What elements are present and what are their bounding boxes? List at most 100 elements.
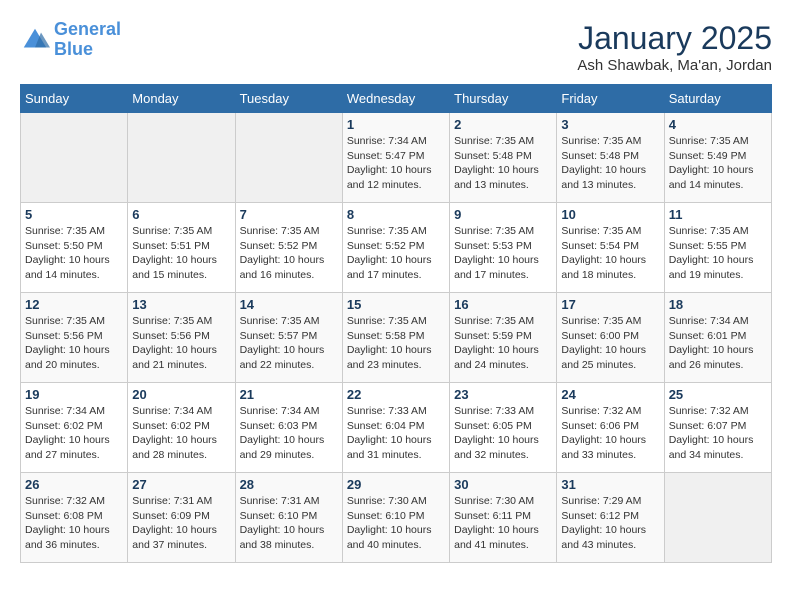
- calendar-cell: 11 Sunrise: 7:35 AM Sunset: 5:55 PM Dayli…: [664, 203, 771, 293]
- weekday-header: Monday: [128, 85, 235, 113]
- weekday-header-row: SundayMondayTuesdayWednesdayThursdayFrid…: [21, 85, 772, 113]
- calendar-cell: 24 Sunrise: 7:32 AM Sunset: 6:06 PM Dayli…: [557, 383, 664, 473]
- cell-info: Sunrise: 7:35 AM Sunset: 5:54 PM Dayligh…: [561, 224, 659, 283]
- cell-info: Sunrise: 7:35 AM Sunset: 5:52 PM Dayligh…: [347, 224, 445, 283]
- cell-info: Sunrise: 7:32 AM Sunset: 6:07 PM Dayligh…: [669, 404, 767, 463]
- calendar-week-row: 5Sunrise: 7:35 AM Sunset: 5:50 PM Daylig…: [21, 203, 772, 293]
- cell-info: Sunrise: 7:33 AM Sunset: 6:04 PM Dayligh…: [347, 404, 445, 463]
- logo: General Blue: [20, 20, 121, 60]
- calendar-cell: [664, 473, 771, 563]
- cell-info: Sunrise: 7:32 AM Sunset: 6:08 PM Dayligh…: [25, 494, 123, 553]
- calendar-cell: 18 Sunrise: 7:34 AM Sunset: 6:01 PM Dayli…: [664, 293, 771, 383]
- cell-info: Sunrise: 7:35 AM Sunset: 5:51 PM Dayligh…: [132, 224, 230, 283]
- calendar-cell: 19 Sunrise: 7:34 AM Sunset: 6:02 PM Dayli…: [21, 383, 128, 473]
- day-number: 26: [25, 477, 123, 492]
- calendar-cell: 10 Sunrise: 7:35 AM Sunset: 5:54 PM Dayli…: [557, 203, 664, 293]
- day-number: 15: [347, 297, 445, 312]
- location: Ash Shawbak, Ma'an, Jordan: [577, 57, 772, 74]
- cell-info: Sunrise: 7:34 AM Sunset: 6:03 PM Dayligh…: [240, 404, 338, 463]
- cell-info: Sunrise: 7:29 AM Sunset: 6:12 PM Dayligh…: [561, 494, 659, 553]
- calendar-cell: 8 Sunrise: 7:35 AM Sunset: 5:52 PM Daylig…: [342, 203, 449, 293]
- weekday-header: Tuesday: [235, 85, 342, 113]
- calendar-cell: 20Sunrise: 7:34 AM Sunset: 6:02 PM Dayli…: [128, 383, 235, 473]
- cell-info: Sunrise: 7:35 AM Sunset: 5:49 PM Dayligh…: [669, 134, 767, 193]
- day-number: 25: [669, 387, 767, 402]
- cell-info: Sunrise: 7:32 AM Sunset: 6:06 PM Dayligh…: [561, 404, 659, 463]
- cell-info: Sunrise: 7:34 AM Sunset: 5:47 PM Dayligh…: [347, 134, 445, 193]
- day-number: 9: [454, 207, 552, 222]
- day-number: 8: [347, 207, 445, 222]
- day-number: 23: [454, 387, 552, 402]
- weekday-header: Saturday: [664, 85, 771, 113]
- day-number: 7: [240, 207, 338, 222]
- day-number: 3: [561, 117, 659, 132]
- weekday-header: Sunday: [21, 85, 128, 113]
- calendar-cell: 6 Sunrise: 7:35 AM Sunset: 5:51 PM Daylig…: [128, 203, 235, 293]
- cell-info: Sunrise: 7:34 AM Sunset: 6:01 PM Dayligh…: [669, 314, 767, 373]
- calendar-week-row: 12Sunrise: 7:35 AM Sunset: 5:56 PM Dayli…: [21, 293, 772, 383]
- day-number: 29: [347, 477, 445, 492]
- weekday-header: Friday: [557, 85, 664, 113]
- cell-info: Sunrise: 7:35 AM Sunset: 5:52 PM Dayligh…: [240, 224, 338, 283]
- day-number: 11: [669, 207, 767, 222]
- page-header: General Blue January 2025 Ash Shawbak, M…: [20, 20, 772, 74]
- title-block: January 2025 Ash Shawbak, Ma'an, Jordan: [577, 20, 772, 74]
- day-number: 30: [454, 477, 552, 492]
- cell-info: Sunrise: 7:35 AM Sunset: 5:55 PM Dayligh…: [669, 224, 767, 283]
- day-number: 24: [561, 387, 659, 402]
- calendar-cell: 4 Sunrise: 7:35 AM Sunset: 5:49 PM Daylig…: [664, 113, 771, 203]
- day-number: 14: [240, 297, 338, 312]
- calendar-week-row: 26 Sunrise: 7:32 AM Sunset: 6:08 PM Dayli…: [21, 473, 772, 563]
- day-number: 2: [454, 117, 552, 132]
- logo-icon: [20, 25, 50, 55]
- logo-text: General Blue: [54, 20, 121, 60]
- cell-info: Sunrise: 7:30 AM Sunset: 6:10 PM Dayligh…: [347, 494, 445, 553]
- day-number: 19: [25, 387, 123, 402]
- calendar-cell: 29 Sunrise: 7:30 AM Sunset: 6:10 PM Dayli…: [342, 473, 449, 563]
- day-number: 17: [561, 297, 659, 312]
- calendar-cell: 30 Sunrise: 7:30 AM Sunset: 6:11 PM Dayli…: [450, 473, 557, 563]
- calendar-cell: 13 Sunrise: 7:35 AM Sunset: 5:56 PM Dayli…: [128, 293, 235, 383]
- cell-info: Sunrise: 7:34 AM Sunset: 6:02 PM Dayligh…: [25, 404, 123, 463]
- calendar-cell: 17 Sunrise: 7:35 AM Sunset: 6:00 PM Dayli…: [557, 293, 664, 383]
- calendar-cell: [21, 113, 128, 203]
- day-number: 1: [347, 117, 445, 132]
- day-number: 4: [669, 117, 767, 132]
- calendar-cell: [128, 113, 235, 203]
- calendar-cell: 1 Sunrise: 7:34 AM Sunset: 5:47 PM Daylig…: [342, 113, 449, 203]
- day-number: 28: [240, 477, 338, 492]
- day-number: 18: [669, 297, 767, 312]
- calendar-cell: [235, 113, 342, 203]
- calendar-cell: 26 Sunrise: 7:32 AM Sunset: 6:08 PM Dayli…: [21, 473, 128, 563]
- calendar-cell: 21 Sunrise: 7:34 AM Sunset: 6:03 PM Dayli…: [235, 383, 342, 473]
- cell-info: Sunrise: 7:31 AM Sunset: 6:09 PM Dayligh…: [132, 494, 230, 553]
- day-number: 31: [561, 477, 659, 492]
- calendar-cell: 7 Sunrise: 7:35 AM Sunset: 5:52 PM Daylig…: [235, 203, 342, 293]
- calendar-cell: 15Sunrise: 7:35 AM Sunset: 5:58 PM Dayli…: [342, 293, 449, 383]
- day-number: 21: [240, 387, 338, 402]
- calendar-cell: 9 Sunrise: 7:35 AM Sunset: 5:53 PM Daylig…: [450, 203, 557, 293]
- calendar-cell: 3Sunrise: 7:35 AM Sunset: 5:48 PM Daylig…: [557, 113, 664, 203]
- day-number: 13: [132, 297, 230, 312]
- cell-info: Sunrise: 7:34 AM Sunset: 6:02 PM Dayligh…: [132, 404, 230, 463]
- cell-info: Sunrise: 7:35 AM Sunset: 5:56 PM Dayligh…: [25, 314, 123, 373]
- weekday-header: Wednesday: [342, 85, 449, 113]
- calendar-week-row: 1 Sunrise: 7:34 AM Sunset: 5:47 PM Daylig…: [21, 113, 772, 203]
- day-number: 22: [347, 387, 445, 402]
- day-number: 6: [132, 207, 230, 222]
- cell-info: Sunrise: 7:35 AM Sunset: 6:00 PM Dayligh…: [561, 314, 659, 373]
- cell-info: Sunrise: 7:35 AM Sunset: 5:57 PM Dayligh…: [240, 314, 338, 373]
- cell-info: Sunrise: 7:35 AM Sunset: 5:56 PM Dayligh…: [132, 314, 230, 373]
- calendar-table: SundayMondayTuesdayWednesdayThursdayFrid…: [20, 84, 772, 563]
- calendar-cell: 22 Sunrise: 7:33 AM Sunset: 6:04 PM Dayli…: [342, 383, 449, 473]
- cell-info: Sunrise: 7:30 AM Sunset: 6:11 PM Dayligh…: [454, 494, 552, 553]
- cell-info: Sunrise: 7:33 AM Sunset: 6:05 PM Dayligh…: [454, 404, 552, 463]
- cell-info: Sunrise: 7:35 AM Sunset: 5:53 PM Dayligh…: [454, 224, 552, 283]
- calendar-week-row: 19 Sunrise: 7:34 AM Sunset: 6:02 PM Dayli…: [21, 383, 772, 473]
- cell-info: Sunrise: 7:31 AM Sunset: 6:10 PM Dayligh…: [240, 494, 338, 553]
- calendar-cell: 27Sunrise: 7:31 AM Sunset: 6:09 PM Dayli…: [128, 473, 235, 563]
- calendar-cell: 5Sunrise: 7:35 AM Sunset: 5:50 PM Daylig…: [21, 203, 128, 293]
- cell-info: Sunrise: 7:35 AM Sunset: 5:50 PM Dayligh…: [25, 224, 123, 283]
- calendar-cell: 2Sunrise: 7:35 AM Sunset: 5:48 PM Daylig…: [450, 113, 557, 203]
- day-number: 10: [561, 207, 659, 222]
